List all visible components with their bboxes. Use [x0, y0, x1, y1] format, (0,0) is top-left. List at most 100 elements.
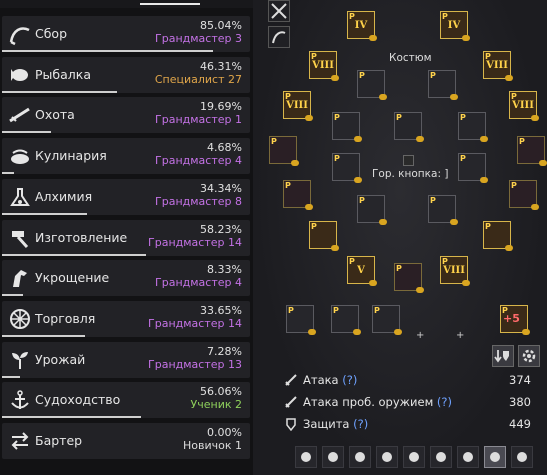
- person-icon: [490, 452, 500, 462]
- coin-icon: [531, 204, 539, 210]
- equipment-slot[interactable]: P: [458, 112, 488, 142]
- coin-icon: [522, 329, 530, 335]
- paw-icon: [382, 452, 392, 462]
- skill-progress-bar: [2, 50, 213, 52]
- premium-badge: P: [285, 181, 291, 190]
- coin-icon: [331, 75, 339, 81]
- equipment-slot[interactable]: P: [372, 305, 402, 335]
- sickle-icon: [9, 27, 30, 46]
- skill-name: Охота: [35, 107, 75, 123]
- fish-icon: [11, 68, 28, 81]
- appearance-tab[interactable]: [376, 446, 398, 468]
- coin-icon: [416, 136, 424, 142]
- stat-label: Защита: [303, 417, 350, 431]
- equipment-slot[interactable]: P: [286, 305, 316, 335]
- coin-icon: [462, 280, 470, 286]
- skill-row[interactable]: Кулинария 4.68% Грандмастер 4: [2, 138, 250, 175]
- coin-icon: [331, 245, 339, 251]
- skill-percent: 34.34%: [200, 181, 242, 195]
- skill-row[interactable]: Сбор 85.04% Грандмастер 3: [2, 16, 250, 52]
- wheel-icon: [10, 308, 30, 329]
- help-icon[interactable]: (?): [353, 417, 368, 431]
- skill-rank: Грандмастер 13: [148, 357, 242, 371]
- mask-icon: [328, 452, 338, 462]
- skill-rank: Грандмастер 14: [148, 235, 242, 249]
- sickle-tab-button[interactable]: [268, 26, 290, 48]
- sort-defense-button[interactable]: [492, 345, 514, 367]
- equipment-slot[interactable]: P: [394, 263, 424, 293]
- equipment-slot[interactable]: P: [357, 195, 387, 225]
- skill-row[interactable]: Рыбалка 46.31% Специалист 27: [2, 56, 250, 93]
- equipment-slot[interactable]: P: [269, 136, 299, 166]
- equipment-slot[interactable]: P: [331, 305, 361, 335]
- premium-badge: P: [334, 113, 340, 122]
- equipment-slot[interactable]: P: [509, 180, 539, 210]
- appearance-tab[interactable]: [403, 446, 425, 468]
- skill-row[interactable]: Урожай 7.28% Грандмастер 13: [2, 341, 250, 378]
- appearance-tab[interactable]: [322, 446, 344, 468]
- enhancement-level: VIII: [443, 265, 465, 276]
- equipment-slot[interactable]: P: [458, 153, 488, 183]
- premium-badge: P: [396, 264, 402, 273]
- skill-row[interactable]: Укрощение 8.33% Грандмастер 4: [2, 260, 250, 297]
- skill-name: Кулинария: [35, 148, 107, 164]
- equipment-slot[interactable]: P: [517, 136, 547, 166]
- skill-row[interactable]: Бартер 0.00% Новичок 1: [2, 423, 250, 459]
- skill-row[interactable]: Торговля 33.65% Грандмастер 14: [2, 300, 250, 337]
- horse-icon: [301, 452, 311, 462]
- skill-percent: 19.69%: [200, 100, 242, 114]
- crossed-swords-tab-button[interactable]: [268, 0, 290, 22]
- appearance-tab[interactable]: [430, 446, 452, 468]
- equipment-slot[interactable]: P IV: [347, 11, 377, 41]
- skill-percent: 7.28%: [207, 344, 242, 358]
- hotkey-checkbox[interactable]: [403, 155, 414, 166]
- skill-row[interactable]: Судоходство 56.06% Ученик 2: [2, 382, 250, 419]
- coin-icon: [394, 329, 402, 335]
- equipment-slot[interactable]: P: [428, 195, 458, 225]
- appearance-tab[interactable]: [295, 446, 317, 468]
- coin-icon: [369, 280, 377, 286]
- equipment-slot[interactable]: P: [357, 70, 387, 100]
- appearance-tab[interactable]: [457, 446, 479, 468]
- settings-button[interactable]: [518, 345, 540, 367]
- skill-rank: Ученик 2: [190, 398, 242, 412]
- appearance-tab[interactable]: [349, 446, 371, 468]
- premium-badge: P: [271, 137, 277, 146]
- equipment-slot[interactable]: P: [428, 70, 458, 100]
- equipment-slot[interactable]: P: [309, 221, 339, 251]
- premium-badge: P: [485, 222, 491, 231]
- premium-badge: P: [460, 154, 466, 163]
- help-icon[interactable]: (?): [342, 373, 357, 387]
- equipment-slot[interactable]: P: [483, 221, 513, 251]
- skill-row[interactable]: Изготовление 58.23% Грандмастер 14: [2, 219, 250, 256]
- coin-icon: [353, 329, 361, 335]
- equipment-slot[interactable]: P VIII: [509, 91, 539, 121]
- equipment-slot[interactable]: P: [394, 112, 424, 142]
- equipment-slot[interactable]: P IV: [440, 11, 470, 41]
- equipment-slot[interactable]: P VIII: [309, 51, 339, 81]
- appearance-tab[interactable]: [511, 446, 533, 468]
- equipment-slot[interactable]: P VIII: [440, 256, 470, 286]
- scroll-indicator[interactable]: [140, 3, 200, 5]
- equipment-slot[interactable]: P: [283, 180, 313, 210]
- skill-progress-bar: [2, 90, 117, 93]
- equipment-slot[interactable]: P VIII: [483, 51, 513, 81]
- enhancement-level: VIII: [486, 60, 508, 71]
- equipment-slot[interactable]: P: [332, 112, 362, 142]
- crossed-swords-icon: [271, 3, 287, 19]
- coin-icon: [539, 160, 547, 166]
- coin-icon: [291, 160, 299, 166]
- skill-row[interactable]: Охота 19.69% Грандмастер 1: [2, 97, 250, 134]
- equipment-slot[interactable]: P: [332, 153, 362, 183]
- premium-badge: P: [311, 222, 317, 231]
- help-icon[interactable]: (?): [437, 395, 452, 409]
- equipment-slot[interactable]: PV: [347, 256, 377, 286]
- skill-row[interactable]: Алхимия 34.34% Грандмастер 8: [2, 178, 250, 215]
- coin-icon: [450, 94, 458, 100]
- appearance-tab[interactable]: [484, 446, 506, 468]
- skill-progress-bar: [2, 294, 23, 297]
- equipment-slot[interactable]: P VIII: [283, 91, 313, 121]
- skill-progress-bar: [2, 172, 14, 175]
- enhancement-level: VIII: [312, 60, 334, 71]
- coin-icon: [416, 287, 424, 293]
